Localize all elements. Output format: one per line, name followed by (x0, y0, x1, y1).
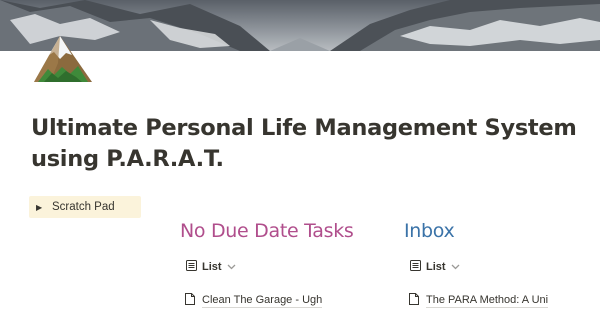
scratch-pad-toggle[interactable]: ▶ Scratch Pad (29, 196, 141, 218)
chevron-down-icon[interactable] (451, 261, 460, 273)
page-icon (185, 292, 195, 308)
inbox-heading[interactable]: Inbox (404, 217, 455, 245)
scratch-pad-label: Scratch Pad (52, 201, 115, 213)
list-item[interactable]: The PARA Method: A Uni (409, 291, 554, 309)
view-label: List (202, 261, 222, 273)
list-view-icon (186, 260, 197, 274)
page-icon (409, 292, 419, 308)
list-item-title: Clean The Garage - Ugh (202, 293, 323, 308)
list-item[interactable]: Clean The Garage - Ugh (185, 291, 335, 309)
page-title[interactable]: Ultimate Personal Life Management System… (31, 113, 581, 175)
list-view-tab[interactable]: List (186, 258, 236, 276)
chevron-down-icon[interactable] (227, 261, 236, 273)
list-view-tab[interactable]: List (410, 258, 460, 276)
list-view-icon (410, 260, 421, 274)
view-label: List (426, 261, 446, 273)
mountain-icon[interactable] (30, 33, 96, 87)
triangle-right-icon[interactable]: ▶ (36, 203, 46, 212)
list-item-title: The PARA Method: A Uni (426, 293, 549, 308)
no-due-date-tasks-heading[interactable]: No Due Date Tasks (180, 217, 354, 245)
